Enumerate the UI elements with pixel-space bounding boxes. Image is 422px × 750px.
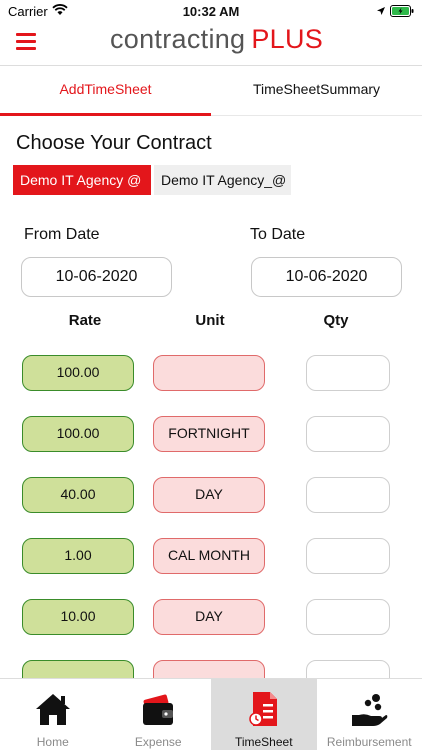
qty-field[interactable]	[306, 416, 390, 452]
qty-column-header: Qty	[323, 312, 349, 329]
qty-field[interactable]	[306, 477, 390, 513]
wallet-icon	[143, 694, 174, 725]
rate-field[interactable]: 100.00	[22, 416, 134, 452]
battery-icon	[390, 5, 414, 17]
qty-field[interactable]	[306, 355, 390, 391]
unit-column-header: Unit	[195, 312, 225, 329]
nav-home[interactable]: Home	[0, 679, 106, 750]
to-date-label: To Date	[250, 226, 306, 243]
contract-option[interactable]: Demo IT Agency_@	[154, 165, 291, 195]
logo-accent-text: PLUS	[251, 24, 324, 54]
nav-reimbursement[interactable]: Reimbursement	[317, 679, 422, 750]
app-logo: contracting PLUS	[110, 24, 323, 55]
nav-timesheet-label: TimeSheet	[234, 735, 293, 749]
status-time: 10:32 AM	[182, 4, 240, 19]
bottom-nav: Home Expense TimeSheet Reimbursement	[0, 678, 422, 750]
rate-field[interactable]: 1.00	[22, 538, 134, 574]
from-date-label: From Date	[24, 226, 100, 243]
qty-field[interactable]	[306, 538, 390, 574]
logo-main-text: contracting	[110, 24, 246, 54]
nav-reimbursement-label: Reimbursement	[326, 735, 412, 749]
unit-field[interactable]: DAY	[153, 477, 265, 513]
rate-field[interactable]: 100.00	[22, 355, 134, 391]
from-date-field[interactable]: 10-06-2020	[21, 257, 172, 297]
tab-timesheet-summary[interactable]: TimeSheetSummary	[211, 66, 422, 116]
unit-field[interactable]: FORTNIGHT	[153, 416, 265, 452]
nav-expense-label: Expense	[134, 735, 182, 749]
unit-field[interactable]	[153, 355, 265, 391]
app-header: contracting PLUS	[0, 22, 422, 66]
rate-field[interactable]: 10.00	[22, 599, 134, 635]
nav-expense[interactable]: Expense	[106, 679, 212, 750]
rate-field[interactable]: 40.00	[22, 477, 134, 513]
unit-field[interactable]: DAY	[153, 599, 265, 635]
location-icon	[377, 7, 385, 15]
tab-bar: AddTimeSheet TimeSheetSummary	[0, 66, 422, 116]
timesheet-icon	[249, 692, 277, 726]
contract-option-selected[interactable]: Demo IT Agency @	[13, 165, 151, 195]
reimbursement-icon	[352, 694, 388, 726]
unit-field[interactable]: CAL MONTH	[153, 538, 265, 574]
status-bar: Carrier 10:32 AM	[0, 0, 422, 22]
contract-section-title: Choose Your Contract	[16, 132, 212, 154]
nav-home-label: Home	[36, 735, 69, 749]
tab-add-timesheet[interactable]: AddTimeSheet	[0, 66, 211, 116]
status-indicators	[376, 5, 414, 17]
menu-icon[interactable]	[16, 33, 36, 51]
qty-field[interactable]	[306, 599, 390, 635]
home-icon	[35, 694, 70, 725]
nav-timesheet[interactable]: TimeSheet	[211, 679, 317, 750]
rate-column-header: Rate	[68, 312, 102, 329]
to-date-field[interactable]: 10-06-2020	[251, 257, 402, 297]
